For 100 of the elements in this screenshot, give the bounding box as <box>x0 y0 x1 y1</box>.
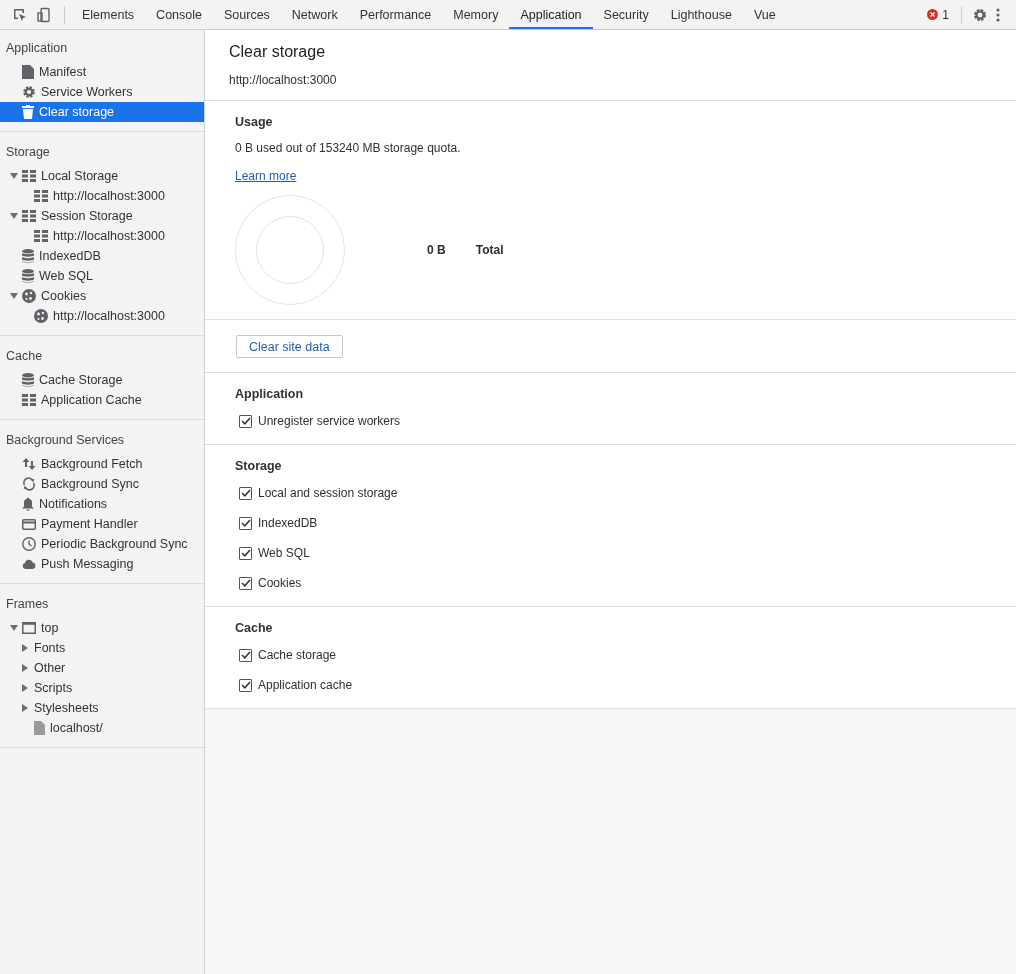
device-icon[interactable] <box>36 6 52 23</box>
section-header: Storage <box>5 144 51 161</box>
tree-item[interactable]: Notifications <box>0 494 204 514</box>
bell-icon <box>22 497 34 511</box>
tree-item[interactable]: Periodic Background Sync <box>0 534 204 554</box>
expanded-triangle-icon[interactable] <box>10 213 18 219</box>
checkbox-label: Cache storage <box>258 648 337 662</box>
tree-item-label: Session Storage <box>41 209 133 223</box>
tree-item[interactable]: Web SQL <box>0 266 204 286</box>
tree-item[interactable]: Other <box>0 658 204 678</box>
expanded-triangle-icon[interactable] <box>10 625 18 631</box>
panel-tab[interactable]: Network <box>280 0 349 29</box>
tree-item[interactable]: Push Messaging <box>0 554 204 574</box>
panel-tab[interactable]: Sources <box>213 0 281 29</box>
tree-item[interactable]: http://localhost:3000 <box>0 186 204 206</box>
grid-icon <box>34 230 48 242</box>
more-menu-icon[interactable] <box>996 7 1000 22</box>
file-icon <box>34 721 45 735</box>
tree-item[interactable]: localhost/ <box>0 718 204 738</box>
tree-item[interactable]: http://localhost:3000 <box>0 306 204 326</box>
section-heading: Cache <box>235 620 274 637</box>
database-icon <box>22 269 34 283</box>
checkbox[interactable] <box>239 576 252 590</box>
tree-item[interactable]: Payment Handler <box>0 514 204 534</box>
cookie-icon <box>34 309 48 323</box>
learn-more-link[interactable]: Learn more <box>235 167 297 185</box>
database-icon <box>22 249 34 263</box>
tree-item-label: Clear storage <box>39 105 115 119</box>
tree-item[interactable]: Background Fetch <box>0 454 204 474</box>
panel-tab[interactable]: Memory <box>442 0 510 29</box>
tree-item[interactable]: Background Sync <box>0 474 204 494</box>
panel-tab[interactable]: Elements <box>71 0 146 29</box>
total-value: 0 B <box>427 243 446 257</box>
tree-item[interactable]: Scripts <box>0 678 204 698</box>
tree-item[interactable]: Fonts <box>0 638 204 658</box>
tree-item[interactable]: IndexedDB <box>0 246 204 266</box>
panel-tab[interactable]: Console <box>145 0 213 29</box>
checkbox[interactable] <box>239 516 252 530</box>
collapsed-triangle-icon[interactable] <box>22 704 28 712</box>
page-title: Clear storage <box>229 43 327 61</box>
checkbox-label: Application cache <box>258 678 353 692</box>
tree-item[interactable]: http://localhost:3000 <box>0 226 204 246</box>
section-heading: Storage <box>235 458 283 475</box>
tree-item[interactable]: Application Cache <box>0 390 204 410</box>
checkbox[interactable] <box>239 648 252 662</box>
settings-icon[interactable] <box>972 6 988 23</box>
tree-item-label: Background Sync <box>41 477 139 491</box>
tree-item[interactable]: Stylesheets <box>0 698 204 718</box>
error-count: 1 <box>942 7 949 22</box>
clear-site-data-button[interactable]: Clear site data <box>236 335 343 358</box>
tree-item-label: IndexedDB <box>39 249 101 263</box>
tree-item[interactable]: top <box>0 618 204 638</box>
grid-icon <box>22 210 36 222</box>
tree-item-label: localhost/ <box>50 721 103 735</box>
checkbox-label: Cookies <box>258 576 302 590</box>
panel-tab[interactable]: Security <box>592 0 660 29</box>
tree-item-label: http://localhost:3000 <box>53 309 165 323</box>
grid-icon <box>22 394 36 406</box>
inspect-icon[interactable] <box>12 6 28 23</box>
origin-url: http://localhost:3000 <box>229 72 338 89</box>
document-icon <box>22 65 34 79</box>
grid-icon <box>22 170 36 182</box>
tree-item-label: Stylesheets <box>34 701 99 715</box>
checkbox-label: Unregister service workers <box>258 414 401 428</box>
collapsed-triangle-icon[interactable] <box>22 644 28 652</box>
up-down-arrows-icon <box>22 457 36 471</box>
panel-tab[interactable]: Lighthouse <box>659 0 743 29</box>
tree-item-label: Scripts <box>34 681 73 695</box>
expanded-triangle-icon[interactable] <box>10 293 18 299</box>
tree-item-label: http://localhost:3000 <box>53 229 165 243</box>
expanded-triangle-icon[interactable] <box>10 173 18 179</box>
panel-tab[interactable]: Vue <box>742 0 787 29</box>
tree-item[interactable]: Cookies <box>0 286 204 306</box>
tree-item-label: Other <box>34 661 66 675</box>
tree-item-label: Application Cache <box>41 393 142 407</box>
section-header: Application <box>5 40 69 57</box>
checkbox-label: Web SQL <box>258 546 310 560</box>
tree-item-label: Background Fetch <box>41 457 143 471</box>
tree-item[interactable]: Manifest <box>0 62 204 82</box>
collapsed-triangle-icon[interactable] <box>22 684 28 692</box>
tree-item[interactable]: Session Storage <box>0 206 204 226</box>
checkbox[interactable] <box>239 486 252 500</box>
tree-item-label: Periodic Background Sync <box>41 537 188 551</box>
tree-item[interactable]: Local Storage <box>0 166 204 186</box>
total-label: Total <box>475 243 504 257</box>
checkbox[interactable] <box>239 678 252 692</box>
checkbox[interactable] <box>239 546 252 560</box>
checkbox[interactable] <box>239 414 252 428</box>
panel-tab[interactable]: Performance <box>348 0 443 29</box>
tree-item-label: Web SQL <box>39 269 93 283</box>
frame-icon <box>22 622 36 634</box>
error-icon[interactable] <box>927 9 939 20</box>
tree-item[interactable]: Clear storage <box>0 102 204 122</box>
tree-item[interactable]: Service Workers <box>0 82 204 102</box>
card-icon <box>22 518 36 530</box>
clock-icon <box>22 537 36 551</box>
tree-item[interactable]: Cache Storage <box>0 370 204 390</box>
tree-item-label: Local Storage <box>41 169 119 183</box>
section-header: Cache <box>5 348 44 365</box>
collapsed-triangle-icon[interactable] <box>22 664 28 672</box>
